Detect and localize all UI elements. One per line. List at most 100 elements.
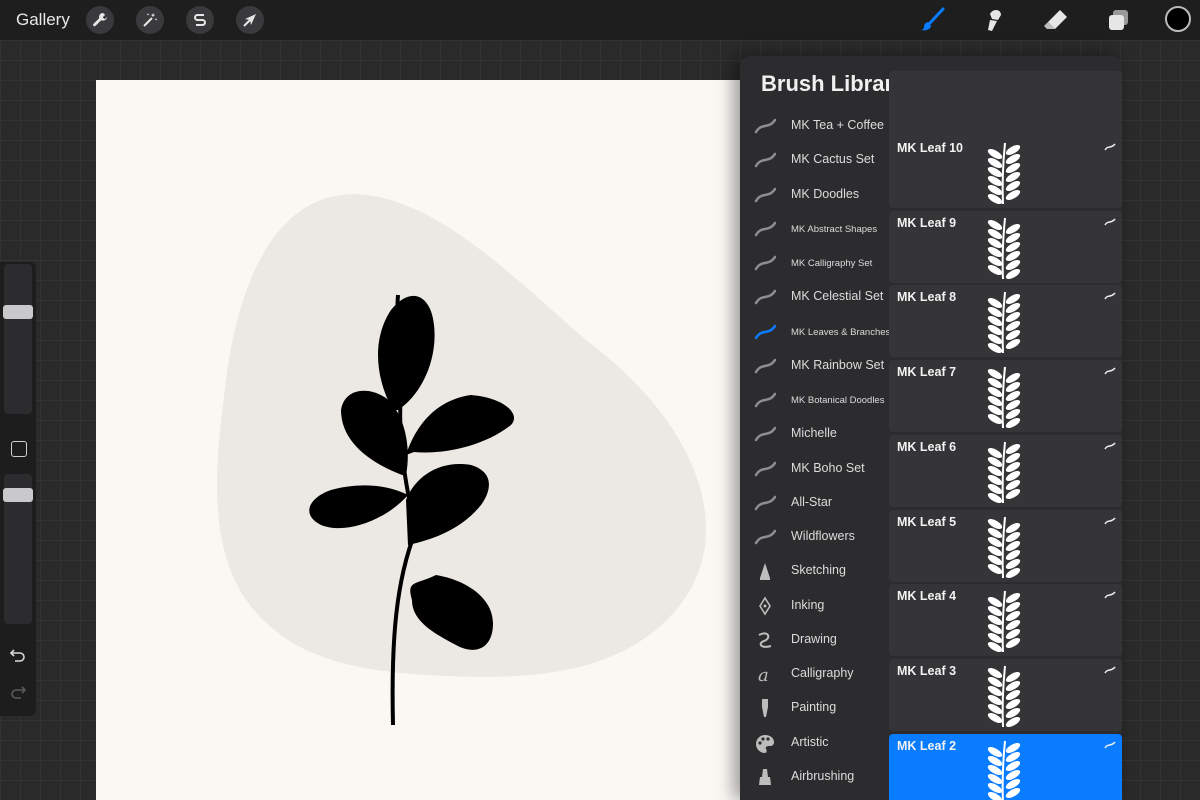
brush-size-slider[interactable]	[3, 264, 33, 414]
brush-row[interactable]: MK Leaf 4	[889, 584, 1122, 657]
palette-icon	[756, 734, 775, 753]
brush-preview	[987, 292, 1021, 354]
arrow-cursor-icon[interactable]	[236, 6, 264, 34]
brush-set-label: Calligraphy	[791, 666, 854, 680]
script-a-icon: a	[758, 665, 769, 684]
brush-row[interactable]: MK Leaf 7	[889, 360, 1122, 433]
brush-set-item[interactable]: MK Boho Set	[740, 452, 890, 486]
brush-set-label: MK Calligraphy Set	[791, 258, 873, 269]
brush-set-label: Airbrushing	[791, 768, 855, 783]
brush-row[interactable]: MK Leaf 2	[889, 733, 1122, 800]
brush-name: MK Leaf 5	[897, 514, 957, 529]
brush-set-label: MK Leaves & Branches	[791, 326, 891, 338]
brush-row[interactable]: MK Leaf 10	[889, 136, 1122, 208]
magic-wand-icon[interactable]	[136, 6, 164, 34]
top-toolbar: Gallery	[0, 0, 1200, 40]
brush-name: MK Leaf 8	[897, 290, 957, 305]
stroke-icon	[754, 118, 776, 134]
brush-set-label: Painting	[791, 700, 837, 715]
redo-icon[interactable]	[9, 684, 27, 705]
drawing-canvas[interactable]	[96, 80, 756, 800]
brush-set-item[interactable]: Drawing	[740, 623, 890, 657]
gallery-button[interactable]: Gallery	[16, 10, 70, 30]
brush-row-partial[interactable]	[889, 71, 1122, 143]
brush-preview	[987, 516, 1021, 578]
brush-name: MK Leaf 10	[897, 141, 963, 155]
airbrush-icon	[759, 768, 771, 785]
color-swatch-button[interactable]	[1165, 6, 1191, 32]
brush-set-item[interactable]: MK Botanical Doodles	[740, 383, 890, 417]
brush-set-label: MK Abstract Shapes	[791, 223, 878, 235]
brush-set-item[interactable]: MK Cactus Set	[740, 143, 890, 177]
brush-stroke-icon	[1104, 143, 1116, 151]
brush-set-label: MK Rainbow Set	[791, 357, 885, 372]
brush-stroke-icon	[1104, 292, 1116, 300]
brush-opacity-slider[interactable]	[3, 474, 33, 624]
brush-icon[interactable]	[918, 6, 946, 34]
stroke-icon	[754, 290, 776, 305]
stroke-icon	[754, 358, 776, 373]
brush-set-item[interactable]: MK Rainbow Set	[740, 349, 890, 383]
brush-set-label: MK Cactus Set	[791, 152, 875, 167]
brush-set-item[interactable]: MK Leaves & Branches	[740, 315, 890, 349]
brush-stroke-icon	[1104, 591, 1116, 599]
brush-set-item[interactable]: MK Doodles	[740, 178, 890, 212]
brush-set-item[interactable]: MK Calligraphy Set	[740, 246, 890, 280]
brush-preview	[987, 591, 1021, 653]
brush-set-item[interactable]: Wildflowers	[740, 520, 890, 554]
brush-set-label: MK Botanical Doodles	[791, 395, 885, 406]
smudge-icon[interactable]	[980, 6, 1008, 34]
brush-list: MK Leaf 10 MK Leaf 9 MK Leaf 8 MK Leaf 7 MK …	[889, 71, 1122, 800]
brush-set-label: MK Boho Set	[791, 460, 865, 475]
swirl-icon	[758, 632, 772, 648]
undo-icon[interactable]	[9, 647, 27, 668]
brush-set-label: Michelle	[791, 426, 837, 441]
stroke-icon	[754, 392, 776, 408]
brush-set-label: Inking	[791, 597, 825, 612]
brush-row[interactable]: MK Leaf 5	[889, 509, 1122, 582]
brush-set-item[interactable]: Painting	[740, 691, 890, 725]
brush-row[interactable]: MK Leaf 3	[889, 658, 1122, 731]
brush-name: MK Leaf 9	[897, 215, 957, 230]
brush-stroke-icon	[1104, 666, 1116, 674]
brush-preview	[987, 217, 1021, 279]
brush-set-item[interactable]: MK Celestial Set	[740, 280, 890, 314]
brush-row[interactable]: MK Leaf 9	[889, 210, 1122, 283]
brush-set-item[interactable]: Michelle	[740, 417, 890, 451]
brush-set-label: Artistic	[791, 734, 829, 749]
brush-set-label: All-Star	[791, 494, 832, 509]
modify-square-icon[interactable]	[11, 441, 27, 457]
brush-opacity-thumb[interactable]	[3, 488, 33, 502]
brush-size-thumb[interactable]	[3, 305, 33, 319]
brush-set-label: MK Celestial Set	[791, 289, 884, 304]
canvas-artwork	[217, 194, 706, 726]
left-sidebar	[0, 262, 36, 716]
stroke-icon	[754, 495, 776, 510]
brush-set-item[interactable]: MK Tea + Coffee	[740, 109, 890, 143]
stroke-icon	[754, 461, 776, 476]
brush-set-item[interactable]: Inking	[740, 589, 890, 623]
layers-icon[interactable]	[1104, 6, 1132, 34]
eraser-icon[interactable]	[1042, 6, 1070, 34]
brush-name: MK Leaf 2	[897, 738, 957, 753]
brush-set-item[interactable]: MK Abstract Shapes	[740, 212, 890, 246]
brush-row[interactable]: MK Leaf 8	[889, 285, 1122, 358]
wrench-icon[interactable]	[86, 6, 114, 34]
brush-set-item[interactable]: All-Star	[740, 486, 890, 520]
brush-set-item[interactable]: Sketching	[740, 554, 890, 588]
brush-set-item[interactable]: a Calligraphy	[740, 657, 890, 691]
brush-preview	[987, 665, 1021, 727]
brush-set-label: MK Tea + Coffee	[791, 118, 884, 132]
panel-title: Brush Library	[761, 71, 906, 96]
brush-set-item[interactable]: Airbrushing	[740, 760, 890, 794]
brush-set-label: Wildflowers	[791, 529, 855, 543]
brush-stroke-icon	[1104, 218, 1116, 226]
brush-row[interactable]: MK Leaf 6	[889, 434, 1122, 507]
brush-stroke-icon	[1104, 367, 1116, 375]
selection-s-icon[interactable]	[186, 6, 214, 34]
stroke-icon	[754, 529, 776, 545]
brush-set-label: Sketching	[791, 563, 846, 578]
brush-set-label: Drawing	[791, 631, 837, 646]
brush-set-item[interactable]: Artistic	[740, 726, 890, 760]
brush-preview	[987, 142, 1021, 205]
